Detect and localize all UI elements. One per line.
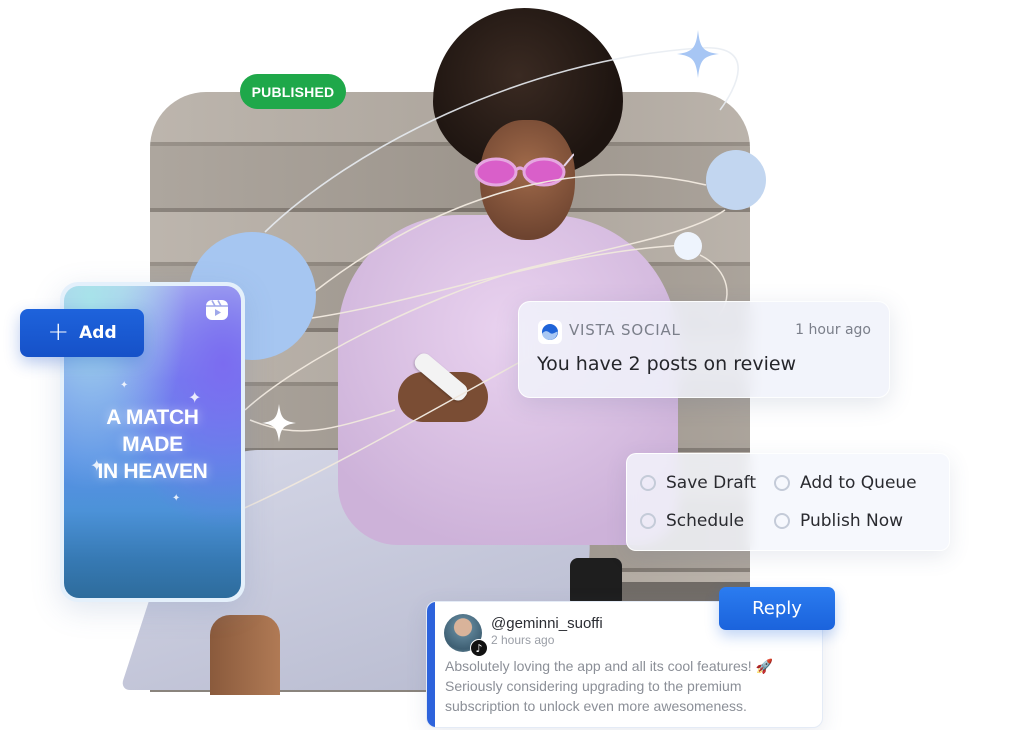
published-badge: PUBLISHED (240, 74, 346, 109)
radio-button[interactable] (640, 475, 656, 491)
comment-username[interactable]: @geminni_suoffi (491, 615, 603, 632)
notification-time: 1 hour ago (795, 322, 871, 338)
option-add-to-queue[interactable]: Add to Queue (774, 473, 917, 493)
radio-button[interactable] (774, 475, 790, 491)
reel-headline-line: A MATCH (106, 406, 199, 429)
add-button[interactable]: + Add (20, 309, 144, 357)
sparkle-icon (262, 404, 296, 442)
notification-app-name: VISTA SOCIAL (569, 321, 681, 339)
reel-headline: A MATCH MADE IN HEAVEN (64, 404, 241, 485)
tiktok-icon: ♪ (470, 639, 488, 657)
sparkle-icon: ✦ (172, 493, 181, 504)
comment-accent-bar (427, 602, 435, 727)
add-button-label: Add (79, 323, 117, 343)
sparkle-icon (677, 30, 719, 78)
sunglasses-icon (474, 153, 574, 187)
decor-circle-medium (706, 150, 766, 210)
plus-icon: + (47, 316, 70, 347)
option-label: Save Draft (666, 473, 756, 493)
radio-button[interactable] (640, 513, 656, 529)
vista-social-logo (538, 320, 562, 344)
sparkle-icon: ✦ (120, 380, 129, 391)
reply-button[interactable]: Reply (719, 587, 835, 630)
vista-social-logo-icon (542, 324, 558, 340)
option-label: Schedule (666, 511, 745, 531)
reel-headline-line: MADE (122, 433, 183, 456)
option-save-draft[interactable]: Save Draft (640, 473, 756, 493)
publish-options-card: Save Draft Add to Queue Schedule Publish… (626, 453, 950, 551)
comment-time: 2 hours ago (491, 633, 555, 647)
option-label: Publish Now (800, 511, 904, 531)
reel-headline-line: IN HEAVEN (97, 460, 208, 483)
option-label: Add to Queue (800, 473, 917, 493)
coffee-cup (570, 558, 622, 604)
person-leg (210, 615, 280, 695)
radio-button[interactable] (774, 513, 790, 529)
notification-message: You have 2 posts on review (537, 353, 797, 375)
option-publish-now[interactable]: Publish Now (774, 511, 903, 531)
decor-circle-small (674, 232, 702, 260)
notification-card[interactable]: VISTA SOCIAL 1 hour ago You have 2 posts… (518, 301, 890, 398)
option-schedule[interactable]: Schedule (640, 511, 744, 531)
instagram-reels-icon (206, 300, 228, 320)
comment-text: Absolutely loving the app and all its co… (445, 658, 773, 714)
